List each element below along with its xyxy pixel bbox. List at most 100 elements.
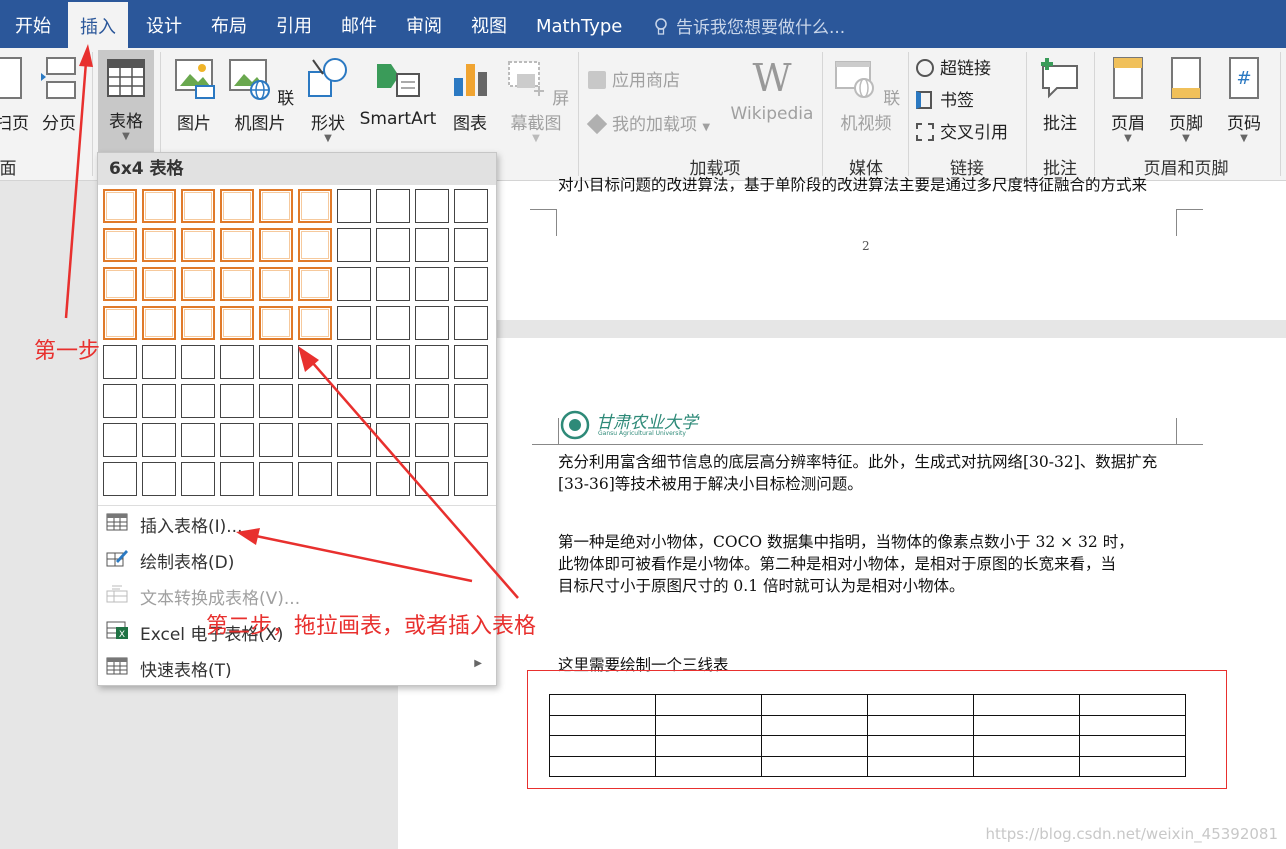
- grid-cell[interactable]: [415, 423, 449, 457]
- screenshot-button[interactable]: 屏幕截图 ▼: [498, 56, 574, 144]
- wikipedia-button[interactable]: W Wikipedia: [724, 56, 820, 124]
- grid-cell[interactable]: [142, 423, 176, 457]
- grid-cell[interactable]: [376, 384, 410, 418]
- grid-cell[interactable]: [220, 228, 254, 262]
- grid-cell[interactable]: [415, 306, 449, 340]
- grid-cell[interactable]: [298, 462, 332, 496]
- grid-cell[interactable]: [259, 306, 293, 340]
- grid-cell[interactable]: [337, 306, 371, 340]
- cover-page-button[interactable]: 扫页: [0, 56, 29, 134]
- table-cell[interactable]: [1079, 735, 1186, 757]
- grid-cell[interactable]: [376, 462, 410, 496]
- quick-tables-item[interactable]: 快速表格(T) ▶: [98, 649, 496, 685]
- grid-cell[interactable]: [181, 306, 215, 340]
- grid-cell[interactable]: [142, 306, 176, 340]
- table-cell[interactable]: [867, 694, 974, 716]
- store-button[interactable]: 应用商店: [588, 66, 680, 91]
- tab-insert[interactable]: 插入: [68, 2, 128, 48]
- grid-cell[interactable]: [454, 462, 488, 496]
- grid-cell[interactable]: [220, 423, 254, 457]
- grid-cell[interactable]: [259, 423, 293, 457]
- picture-button[interactable]: 图片: [166, 56, 222, 134]
- table-cell[interactable]: [973, 714, 1080, 736]
- header-button[interactable]: 页眉 ▼: [1100, 56, 1156, 144]
- inserted-table[interactable]: [549, 694, 1186, 777]
- grid-cell[interactable]: [298, 267, 332, 301]
- grid-cell[interactable]: [181, 228, 215, 262]
- grid-cell[interactable]: [181, 189, 215, 223]
- grid-cell[interactable]: [220, 189, 254, 223]
- grid-cell[interactable]: [220, 345, 254, 379]
- grid-cell[interactable]: [415, 462, 449, 496]
- grid-cell[interactable]: [259, 267, 293, 301]
- grid-cell[interactable]: [298, 345, 332, 379]
- tab-design[interactable]: 设计: [134, 0, 194, 48]
- grid-cell[interactable]: [142, 384, 176, 418]
- grid-cell[interactable]: [298, 423, 332, 457]
- grid-cell[interactable]: [142, 462, 176, 496]
- tab-mathtype[interactable]: MathType: [524, 0, 634, 48]
- grid-cell[interactable]: [103, 384, 137, 418]
- table-cell[interactable]: [867, 755, 974, 777]
- grid-cell[interactable]: [298, 228, 332, 262]
- grid-cell[interactable]: [103, 462, 137, 496]
- shapes-button[interactable]: 形状 ▼: [300, 56, 356, 144]
- page-1-bottom[interactable]: 对小目标问题的改进算法，基于单阶段的改进算法主要是通过多尺度特征融合的方式来 2: [398, 176, 1286, 320]
- grid-cell[interactable]: [103, 267, 137, 301]
- table-cell[interactable]: [1079, 714, 1186, 736]
- grid-cell[interactable]: [337, 462, 371, 496]
- grid-cell[interactable]: [454, 267, 488, 301]
- table-cell[interactable]: [655, 714, 762, 736]
- grid-cell[interactable]: [337, 423, 371, 457]
- grid-cell[interactable]: [376, 267, 410, 301]
- table-cell[interactable]: [1079, 694, 1186, 716]
- grid-cell[interactable]: [415, 228, 449, 262]
- cross-reference-button[interactable]: 交叉引用: [916, 118, 1008, 143]
- my-addins-button[interactable]: 我的加载项 ▼: [586, 110, 710, 135]
- grid-cell[interactable]: [376, 189, 410, 223]
- table-cell[interactable]: [549, 694, 656, 716]
- grid-cell[interactable]: [142, 228, 176, 262]
- grid-cell[interactable]: [181, 267, 215, 301]
- footer-button[interactable]: 页脚 ▼: [1158, 56, 1214, 144]
- grid-cell[interactable]: [337, 384, 371, 418]
- grid-cell[interactable]: [376, 423, 410, 457]
- table-cell[interactable]: [761, 735, 868, 757]
- grid-cell[interactable]: [181, 384, 215, 418]
- grid-cell[interactable]: [376, 228, 410, 262]
- bookmark-button[interactable]: 书签: [916, 86, 974, 111]
- grid-cell[interactable]: [415, 345, 449, 379]
- grid-cell[interactable]: [259, 345, 293, 379]
- grid-cell[interactable]: [103, 189, 137, 223]
- table-cell[interactable]: [761, 714, 868, 736]
- grid-cell[interactable]: [220, 306, 254, 340]
- table-button[interactable]: 表格 ▼: [98, 50, 154, 152]
- grid-cell[interactable]: [337, 189, 371, 223]
- grid-cell[interactable]: [376, 345, 410, 379]
- table-cell[interactable]: [867, 735, 974, 757]
- grid-cell[interactable]: [181, 423, 215, 457]
- tab-home[interactable]: 开始: [3, 0, 63, 48]
- table-cell[interactable]: [761, 755, 868, 777]
- tab-mailings[interactable]: 邮件: [329, 0, 389, 48]
- grid-cell[interactable]: [337, 228, 371, 262]
- grid-cell[interactable]: [415, 267, 449, 301]
- table-cell[interactable]: [655, 735, 762, 757]
- grid-cell[interactable]: [454, 228, 488, 262]
- table-cell[interactable]: [973, 735, 1080, 757]
- grid-cell[interactable]: [259, 189, 293, 223]
- table-cell[interactable]: [549, 735, 656, 757]
- grid-cell[interactable]: [142, 345, 176, 379]
- hyperlink-button[interactable]: 超链接: [916, 54, 991, 79]
- online-picture-button[interactable]: 联机图片: [222, 56, 298, 134]
- grid-cell[interactable]: [103, 345, 137, 379]
- grid-cell[interactable]: [454, 189, 488, 223]
- grid-cell[interactable]: [181, 345, 215, 379]
- table-cell[interactable]: [1079, 755, 1186, 777]
- chart-button[interactable]: 图表: [442, 56, 498, 134]
- grid-cell[interactable]: [220, 462, 254, 496]
- online-video-button[interactable]: 联机视频: [826, 56, 906, 134]
- comment-button[interactable]: 批注: [1032, 56, 1088, 134]
- tell-me-search[interactable]: 告诉我您想要做什么...: [654, 0, 845, 48]
- grid-cell[interactable]: [376, 306, 410, 340]
